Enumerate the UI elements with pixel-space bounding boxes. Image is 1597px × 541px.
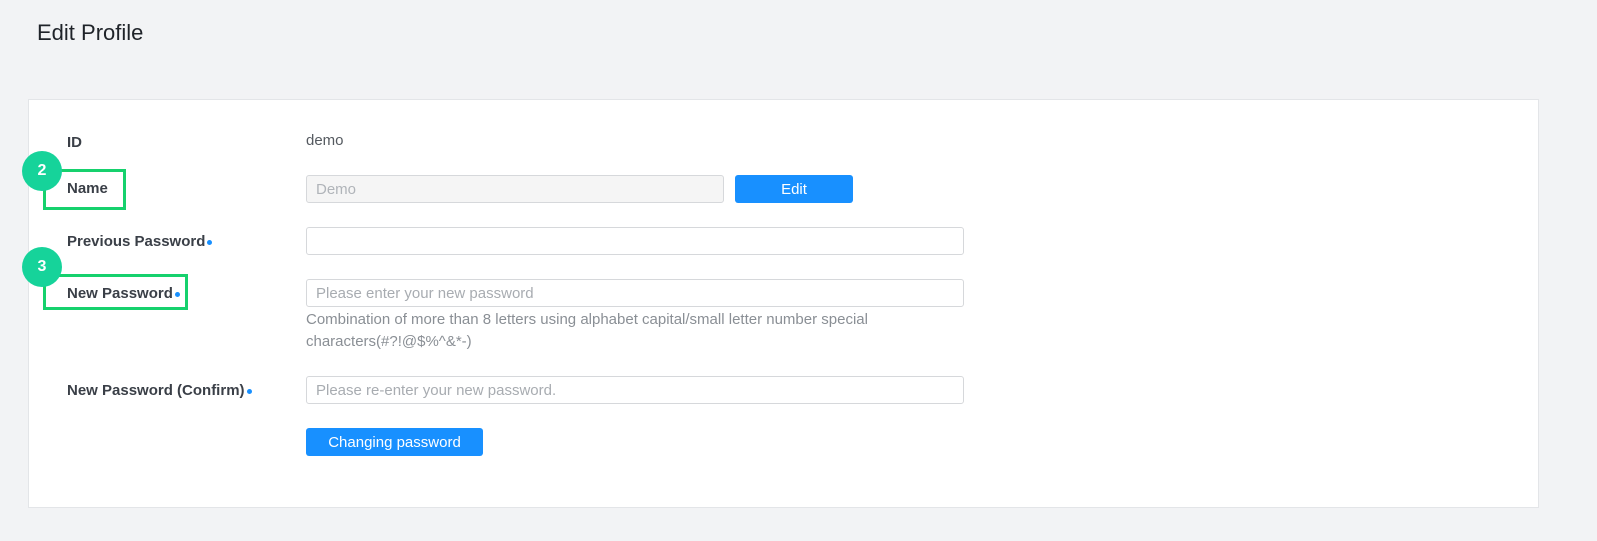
edit-name-button[interactable]: Edit [735, 175, 853, 203]
change-password-button[interactable]: Changing password [306, 428, 483, 456]
password-rule-hint: Combination of more than 8 letters using… [306, 311, 868, 350]
new-password-input[interactable] [306, 279, 964, 307]
page-title: Edit Profile [37, 20, 144, 45]
previous-password-label: Previous Password [67, 233, 213, 250]
previous-password-label-text: Previous Password [67, 233, 206, 250]
right-gutter [1569, 70, 1597, 541]
new-password-highlight-box [43, 274, 188, 310]
required-indicator [207, 239, 213, 245]
step-badge-2: 2 [22, 151, 62, 191]
confirm-password-label-text: New Password (Confirm) [67, 382, 245, 399]
step-badge-3: 3 [22, 247, 62, 287]
previous-password-input[interactable] [306, 227, 964, 255]
page-header: Edit Profile [0, 0, 1597, 70]
id-label: ID [67, 134, 82, 151]
confirm-password-input[interactable] [306, 376, 964, 404]
edit-profile-form: ID demo Name Edit Previous Password New … [28, 99, 1539, 508]
name-input[interactable] [306, 175, 724, 203]
required-indicator [246, 388, 252, 394]
id-value: demo [306, 132, 344, 149]
confirm-password-label: New Password (Confirm) [67, 382, 252, 399]
